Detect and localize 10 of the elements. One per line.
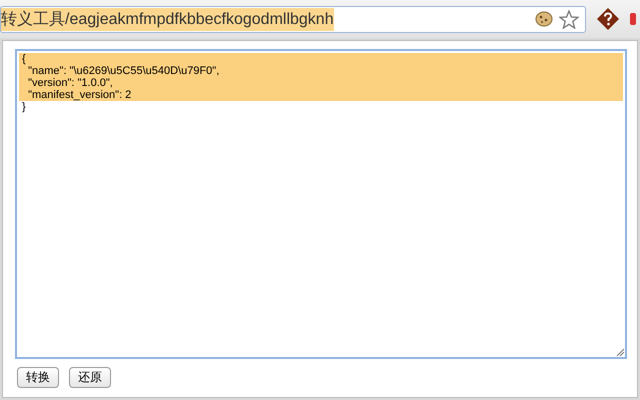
action-button[interactable]: 还原 — [69, 367, 111, 388]
star-icon[interactable] — [559, 10, 579, 28]
help-icon[interactable] — [596, 7, 620, 31]
url-text: 转义工具/eagjeakmfmpdfkbbecfkogodmllbgknh — [1, 8, 334, 30]
resize-grip-icon[interactable] — [616, 348, 624, 356]
action-button[interactable]: 转换 — [17, 367, 59, 388]
cookie-icon[interactable] — [535, 11, 553, 27]
address-bar[interactable]: 转义工具/eagjeakmfmpdfkbbecfkogodmllbgknh — [0, 6, 586, 32]
code-editor[interactable]: { "name": "\u6269\u5C55\u540D\u79F0", "version": "1.0.0", "manifest_version": 2 } — [15, 49, 627, 359]
code-line: } — [21, 101, 27, 113]
